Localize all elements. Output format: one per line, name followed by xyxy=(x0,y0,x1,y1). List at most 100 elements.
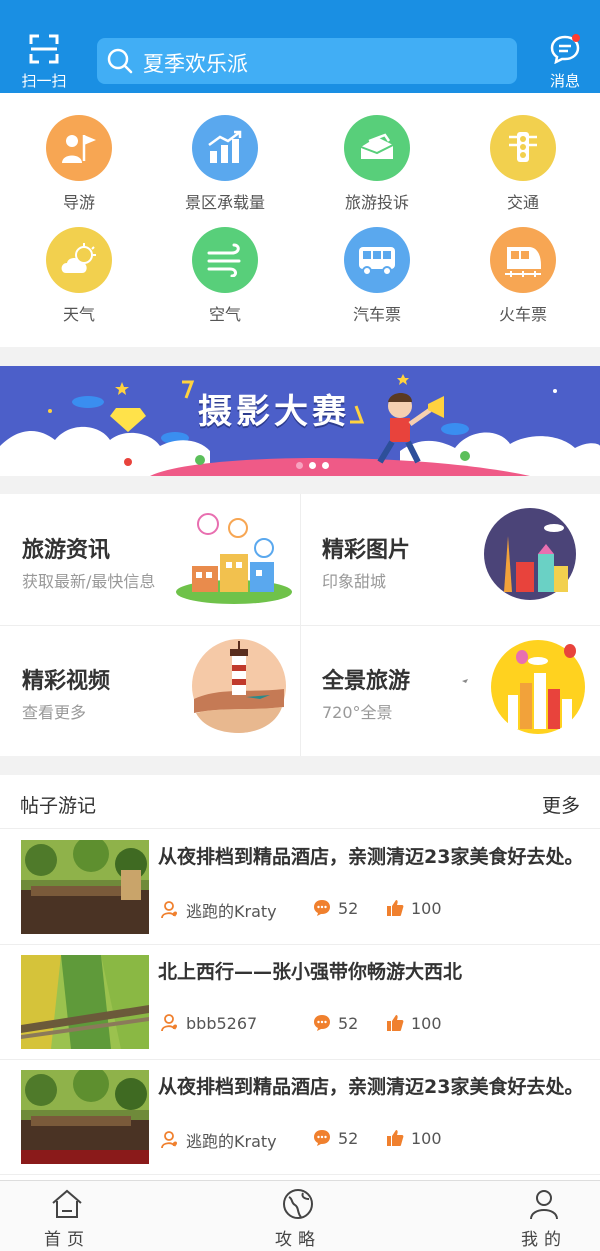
feature-panorama[interactable]: 全景旅游 720°全景 xyxy=(300,625,600,756)
service-grid: 导游 景区承载量 旅游投诉 交通 天气 空气 汽车票 火车票 xyxy=(0,93,600,347)
tab-home[interactable]: 首页 xyxy=(22,1187,112,1250)
post-author[interactable]: bbb5267 xyxy=(160,1013,257,1033)
post-author[interactable]: 逃跑的Kraty xyxy=(160,898,277,922)
tab-guide[interactable]: 攻略 xyxy=(253,1187,343,1250)
comment-count: 52 xyxy=(338,1013,359,1033)
post-comments[interactable]: 52 xyxy=(312,1013,358,1033)
message-label: 消息 xyxy=(549,72,580,90)
author-icon xyxy=(161,1014,177,1032)
post-thumbnail[interactable] xyxy=(21,1070,149,1164)
service-weather[interactable]: 天气 xyxy=(24,227,134,325)
complaint-envelope-icon xyxy=(344,115,410,181)
post-title[interactable]: 从夜排档到精品酒店，亲测清迈23家美食好去处。 xyxy=(158,1072,588,1102)
like-count: 100 xyxy=(411,898,442,918)
service-label: 景区承载量 xyxy=(184,193,265,212)
tab-label: 攻略 xyxy=(275,1230,321,1250)
post-comments[interactable]: 52 xyxy=(312,898,358,918)
post-likes[interactable]: 100 xyxy=(385,1013,442,1033)
feature-subtitle: 查看更多 xyxy=(22,703,87,722)
like-count: 100 xyxy=(411,1013,442,1033)
message-button[interactable]: 消息 xyxy=(538,34,592,90)
post-title[interactable]: 从夜排档到精品酒店，亲测清迈23家美食好去处。 xyxy=(158,842,588,872)
tab-mine[interactable]: 我的 xyxy=(499,1187,589,1250)
post-title[interactable]: 北上西行——张小强带你畅游大西北 xyxy=(158,957,588,987)
service-label: 汽车票 xyxy=(352,305,401,324)
post-thumbnail[interactable] xyxy=(21,955,149,1049)
service-air[interactable]: 空气 xyxy=(170,227,280,325)
author-name: 逃跑的Kraty xyxy=(186,1132,277,1151)
post-likes[interactable]: 100 xyxy=(385,898,442,918)
post-item[interactable]: 从夜排档到精品酒店，亲测清迈23家美食好去处。 逃跑的Kraty 52 100 xyxy=(0,1060,600,1175)
top-header: 扫一扫 夏季欢乐派 消息 xyxy=(0,0,600,93)
post-meta: 逃跑的Kraty 52 100 xyxy=(160,898,590,922)
post-item[interactable]: 北上西行——张小强带你畅游大西北 bbb5267 52 100 xyxy=(0,945,600,1060)
feature-subtitle: 印象甜城 xyxy=(322,572,387,591)
service-bus-ticket[interactable]: 汽车票 xyxy=(322,227,432,325)
home-icon xyxy=(50,1187,84,1221)
bar-chart-icon xyxy=(192,115,258,181)
scan-label: 扫一扫 xyxy=(21,72,67,90)
scan-icon xyxy=(29,34,59,64)
tab-label: 我的 xyxy=(521,1230,567,1250)
feature-title: 精彩图片 xyxy=(322,538,411,563)
service-label: 导游 xyxy=(62,193,95,212)
user-icon xyxy=(527,1187,561,1221)
search-placeholder: 夏季欢乐派 xyxy=(143,52,248,76)
search-bar[interactable]: 夏季欢乐派 xyxy=(97,38,517,84)
post-meta: bbb5267 52 100 xyxy=(160,1013,590,1037)
service-capacity[interactable]: 景区承载量 xyxy=(170,115,280,213)
author-name: bbb5267 xyxy=(186,1013,258,1033)
comment-count: 52 xyxy=(338,898,359,918)
bus-icon xyxy=(344,227,410,293)
feature-title: 旅游资讯 xyxy=(22,538,111,563)
city-news-illustration xyxy=(176,513,292,604)
city-skyline-illustration xyxy=(484,508,576,600)
feature-videos[interactable]: 精彩视频 查看更多 xyxy=(0,625,300,756)
post-author[interactable]: 逃跑的Kraty xyxy=(160,1128,277,1152)
feature-divider-horizontal xyxy=(0,625,600,626)
banner-dot-active[interactable] xyxy=(296,462,303,469)
service-traffic[interactable]: 交通 xyxy=(468,115,578,213)
post-item[interactable]: 从夜排档到精品酒店，亲测清迈23家美食好去处。 逃跑的Kraty 52 100 xyxy=(0,830,600,945)
photo-contest-banner[interactable]: 摄影大赛 xyxy=(0,366,600,476)
service-label: 旅游投诉 xyxy=(344,193,409,212)
train-icon xyxy=(490,227,556,293)
like-count: 100 xyxy=(411,1128,442,1148)
posts-more-link[interactable]: 更多 xyxy=(542,791,580,818)
search-icon xyxy=(107,48,133,74)
post-thumbnail[interactable] xyxy=(21,840,149,934)
banner-dot[interactable] xyxy=(322,462,329,469)
author-icon xyxy=(161,1131,177,1149)
thumbs-up-icon xyxy=(387,1015,404,1031)
message-icon xyxy=(550,34,580,65)
post-likes[interactable]: 100 xyxy=(385,1128,442,1148)
wind-icon xyxy=(192,227,258,293)
service-guide[interactable]: 导游 xyxy=(24,115,134,213)
posts-title: 帖子游记 xyxy=(20,795,97,817)
panorama-city-illustration xyxy=(462,640,585,734)
feature-pictures[interactable]: 精彩图片 印象甜城 xyxy=(300,494,600,625)
feature-subtitle: 720°全景 xyxy=(322,703,393,722)
traffic-light-icon xyxy=(490,115,556,181)
post-meta: 逃跑的Kraty 52 100 xyxy=(160,1128,590,1152)
scan-button[interactable]: 扫一扫 xyxy=(14,34,74,90)
unread-dot xyxy=(572,34,580,42)
feature-title: 精彩视频 xyxy=(22,669,111,694)
feature-subtitle: 获取最新/最快信息 xyxy=(22,572,156,591)
post-comments[interactable]: 52 xyxy=(312,1128,358,1148)
service-label: 火车票 xyxy=(498,305,547,324)
tab-label: 首页 xyxy=(44,1230,90,1250)
banner-dot[interactable] xyxy=(309,462,316,469)
service-train-ticket[interactable]: 火车票 xyxy=(468,227,578,325)
comment-icon xyxy=(314,900,330,916)
thumbs-up-icon xyxy=(387,1130,404,1146)
guide-flag-icon xyxy=(46,115,112,181)
service-label: 空气 xyxy=(208,305,241,324)
comment-icon xyxy=(314,1015,330,1031)
feature-travel-news[interactable]: 旅游资讯 获取最新/最快信息 xyxy=(0,494,300,625)
service-complaint[interactable]: 旅游投诉 xyxy=(322,115,432,213)
service-label: 交通 xyxy=(506,193,539,212)
weather-icon xyxy=(46,227,112,293)
comment-icon xyxy=(314,1130,330,1146)
comment-count: 52 xyxy=(338,1128,359,1148)
